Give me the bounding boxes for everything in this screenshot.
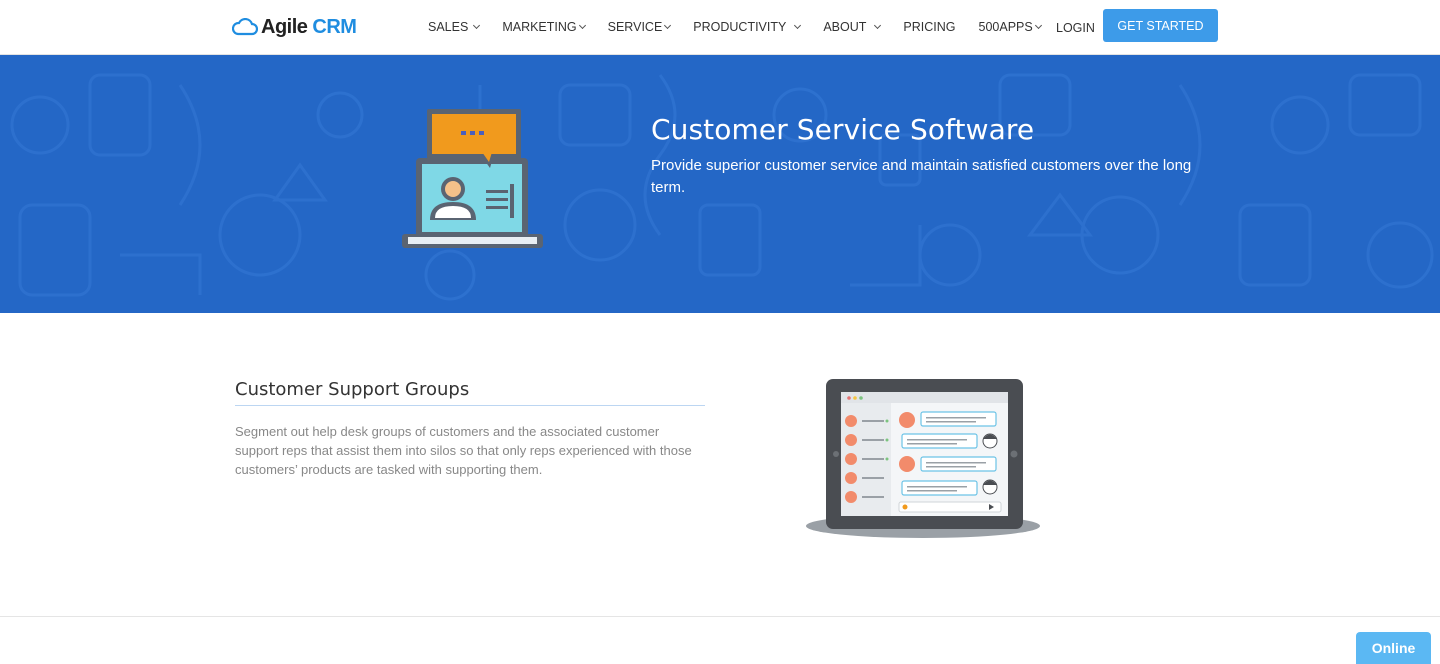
hero-subtitle: Provide superior customer service and ma… bbox=[651, 157, 1192, 196]
chevron-down-icon bbox=[664, 21, 672, 30]
chevron-down-icon bbox=[473, 21, 481, 30]
chevron-down-icon bbox=[874, 21, 882, 30]
section-divider bbox=[0, 616, 1440, 617]
chevron-down-icon bbox=[794, 21, 802, 30]
logo-text-crm: CRM bbox=[312, 15, 357, 38]
menu-marketing-label: MARKETING bbox=[502, 20, 577, 34]
chevron-down-icon bbox=[578, 21, 586, 30]
menu-about[interactable]: ABOUT bbox=[823, 20, 882, 34]
hero-banner: Customer Service Software Provide superi… bbox=[0, 55, 1440, 313]
menu-service-label: SERVICE bbox=[607, 20, 663, 34]
menu-productivity-label: PRODUCTIVITY bbox=[693, 20, 787, 34]
menu-pricing[interactable]: PRICING bbox=[903, 20, 955, 34]
login-link[interactable]: LOGIN bbox=[1056, 21, 1095, 35]
support-laptop-icon bbox=[402, 109, 543, 248]
menu-productivity[interactable]: PRODUCTIVITY bbox=[693, 20, 802, 34]
top-navbar: Agile CRM SALES MARKETING SERVICE PRODUC… bbox=[0, 0, 1440, 55]
online-chat-button[interactable]: Online bbox=[1356, 632, 1431, 664]
feature-title: Customer Support Groups bbox=[235, 379, 470, 400]
menu-sales-label: SALES bbox=[428, 20, 469, 34]
feature-description: Segment out help desk groups of customer… bbox=[235, 424, 692, 477]
logo[interactable]: Agile CRM bbox=[232, 15, 357, 39]
chevron-down-icon bbox=[1034, 21, 1042, 30]
hero-title: Customer Service Software bbox=[651, 113, 1035, 146]
menu-500apps[interactable]: 500APPS bbox=[978, 20, 1042, 34]
menu-sales[interactable]: SALES bbox=[428, 20, 481, 34]
menu-marketing[interactable]: MARKETING bbox=[502, 20, 586, 34]
menu-500apps-label: 500APPS bbox=[978, 20, 1033, 34]
menu-service[interactable]: SERVICE bbox=[607, 20, 672, 34]
menu-pricing-label: PRICING bbox=[903, 20, 956, 34]
logo-text-agile: Agile bbox=[261, 15, 308, 38]
get-started-button[interactable]: GET STARTED bbox=[1103, 9, 1218, 42]
menu-about-label: ABOUT bbox=[823, 20, 867, 34]
main-menu: SALES MARKETING SERVICE PRODUCTIVITY ABO… bbox=[428, 20, 1064, 34]
feature-title-underline bbox=[235, 405, 705, 406]
chat-tablet-illustration bbox=[806, 379, 1040, 538]
cloud-icon bbox=[232, 18, 258, 36]
